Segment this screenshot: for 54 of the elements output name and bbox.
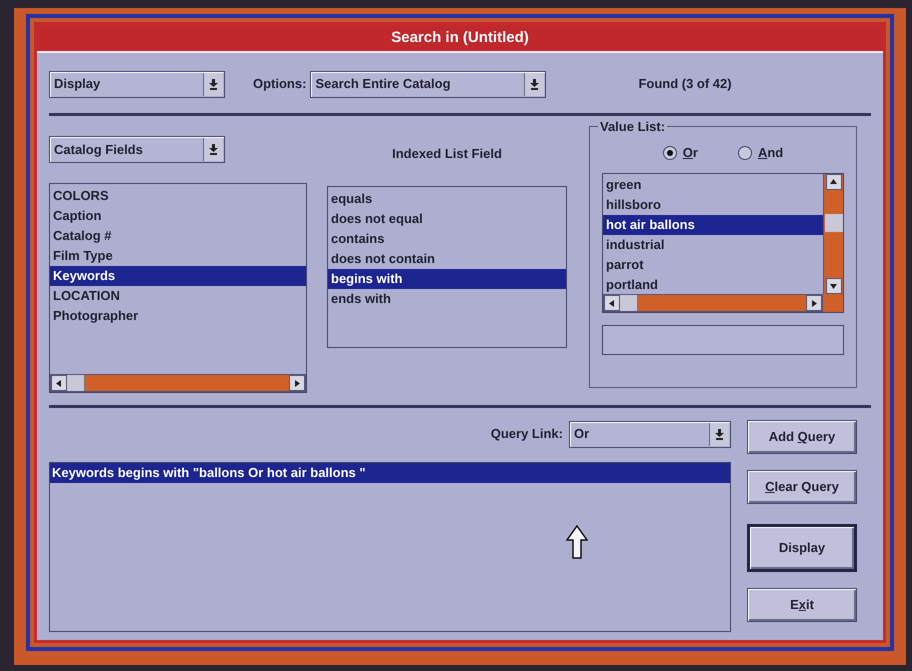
value-item[interactable]: hillsboro [603, 195, 823, 215]
operator-item[interactable]: contains [328, 229, 566, 249]
field-item[interactable]: Keywords [50, 266, 306, 286]
scroll-up-button[interactable] [826, 174, 842, 190]
options-label: Options: [253, 75, 306, 94]
dialog-button[interactable]: Clear Query [747, 470, 857, 504]
scroll-down-button[interactable] [826, 278, 842, 294]
value-item[interactable]: green [603, 175, 823, 195]
operator-item[interactable]: equals [328, 189, 566, 209]
operator-item[interactable]: begins with [328, 269, 566, 289]
dropdown[interactable]: Catalog Fields [49, 136, 225, 163]
pointer-icon [566, 525, 588, 559]
down-arrow-icon [209, 144, 218, 155]
value-item[interactable]: parrot [603, 255, 823, 275]
field-item[interactable]: LOCATION [50, 286, 306, 306]
dialog-button[interactable]: Add Query [747, 420, 857, 454]
scroll-thumb[interactable] [67, 375, 85, 391]
operator-item[interactable]: does not equal [328, 209, 566, 229]
field-item[interactable]: Photographer [50, 306, 306, 326]
scroll-left-button[interactable] [51, 375, 67, 391]
horizontal-scrollbar[interactable] [50, 374, 306, 392]
value-item[interactable]: industrial [603, 235, 823, 255]
radio-option[interactable]: And [738, 143, 784, 163]
scrollbar-corner [823, 294, 843, 312]
value-item[interactable]: portland [603, 275, 823, 294]
scroll-thumb[interactable] [824, 214, 842, 232]
dropdown[interactable]: Or [569, 420, 731, 448]
down-arrow-icon [715, 428, 724, 440]
dropdown[interactable]: Search Entire Catalog [310, 70, 546, 98]
field-item[interactable]: Film Type [50, 246, 306, 266]
indexed-list-heading: Indexed List Field [392, 145, 502, 163]
query-link-label: Query Link: [490, 425, 563, 444]
window-title: Search in (Untitled) [391, 28, 529, 48]
field-item[interactable]: Caption [50, 206, 306, 226]
scroll-left-button[interactable] [604, 295, 620, 311]
value-input-field[interactable] [602, 325, 844, 355]
query-item[interactable]: Keywords begins with "ballons Or hot air ballons " [50, 463, 730, 483]
dialog-button[interactable]: Exit [747, 588, 857, 622]
field-item[interactable]: COLORS [50, 186, 306, 206]
scroll-right-button[interactable] [289, 375, 305, 391]
value-item[interactable]: hot air ballons [603, 215, 823, 235]
operator-item[interactable]: ends with [328, 289, 566, 309]
field-item[interactable]: Catalog # [50, 226, 306, 246]
down-arrow-icon [209, 78, 218, 90]
radio-option[interactable]: Or [662, 143, 698, 163]
vertical-scrollbar[interactable] [823, 174, 843, 294]
horizontal-scrollbar[interactable] [603, 294, 823, 312]
dialog-button[interactable]: Display [747, 524, 857, 572]
operator-item[interactable]: does not contain [328, 249, 566, 269]
dropdown[interactable]: Display [49, 70, 225, 98]
down-arrow-icon [530, 78, 540, 90]
scroll-right-button[interactable] [806, 295, 822, 311]
scroll-thumb[interactable] [620, 295, 638, 311]
found-count: Found (3 of 42) [638, 75, 732, 94]
